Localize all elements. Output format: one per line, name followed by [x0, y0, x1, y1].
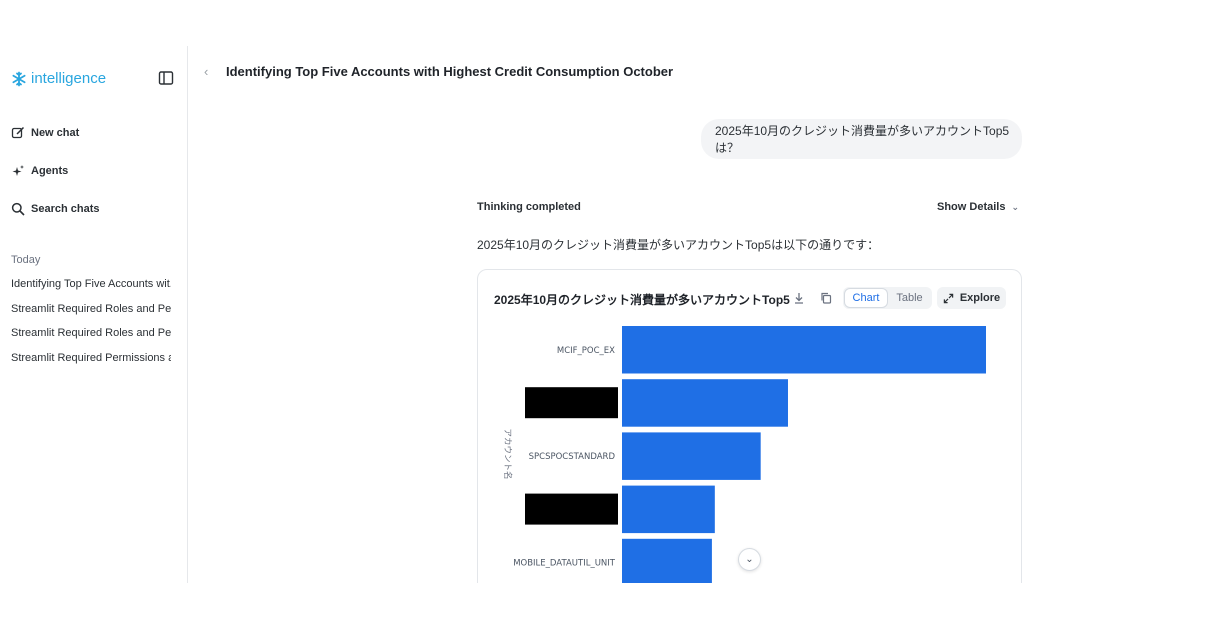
snowflake-icon: [12, 71, 26, 86]
y-axis-label: アカウント名: [502, 428, 513, 479]
search-chats-label: Search chats: [31, 203, 100, 215]
show-details-label: Show Details: [937, 201, 1006, 213]
tab-chart[interactable]: Chart: [845, 289, 887, 307]
collapse-sidebar-button[interactable]: [158, 70, 174, 86]
new-chat-button[interactable]: New chat: [11, 126, 79, 140]
sidebar-toggle-icon: [158, 71, 174, 85]
redacted-label-1: [525, 387, 618, 419]
redacted-label-3: [525, 493, 618, 525]
bottom-blank-area: [0, 583, 1206, 632]
chart-title: 2025年10月のクレジット消費量が多いアカウントTop5: [494, 293, 790, 307]
app-name: intelligence: [31, 70, 107, 87]
bar-1[interactable]: [622, 379, 788, 427]
thinking-status: Thinking completed: [477, 201, 581, 213]
download-icon[interactable]: [792, 291, 806, 305]
bar-2[interactable]: [622, 432, 761, 480]
category-label-2: SPCSPOCSTANDARD: [529, 452, 616, 462]
sparkle-icon: [12, 165, 24, 176]
chevron-down-icon: ⌄: [1011, 201, 1020, 212]
back-chevron-icon[interactable]: ‹: [204, 64, 214, 79]
history-item[interactable]: Streamlit Required Roles and Per...: [11, 303, 171, 315]
sidebar: intelligence New chat Agents Search chat…: [0, 46, 188, 583]
new-chat-label: New chat: [31, 127, 80, 139]
history-item[interactable]: Streamlit Required Permissions a...: [11, 352, 171, 364]
copy-icon[interactable]: [819, 291, 833, 305]
chevron-down-icon: ⌄: [745, 554, 754, 565]
history-item[interactable]: Streamlit Required Roles and Per...: [11, 327, 171, 339]
answer-text: 2025年10月のクレジット消費量が多いアカウントTop5は以下の通りです：: [477, 238, 880, 252]
explore-button[interactable]: Explore: [937, 287, 1006, 309]
user-message-text: 2025年10月のクレジット消費量が多いアカウントTop5は？: [715, 124, 1010, 155]
scroll-to-bottom-button[interactable]: ⌄: [738, 548, 761, 571]
history-section-label: Today: [11, 254, 41, 266]
expand-icon: [943, 293, 954, 303]
tab-table[interactable]: Table: [889, 289, 930, 307]
chat-title: Identifying Top Five Accounts with Highe…: [226, 64, 674, 79]
agents-label: Agents: [31, 165, 69, 177]
bar-4[interactable]: [622, 538, 712, 587]
user-message: 2025年10月のクレジット消費量が多いアカウントTop5は？: [701, 119, 1022, 159]
search-chats-button[interactable]: Search chats: [11, 202, 99, 216]
category-label-4: MOBILE_DATAUTIL_UNIT: [513, 559, 616, 569]
chat-header: ‹ Identifying Top Five Accounts with Hig…: [204, 64, 673, 79]
bar-0[interactable]: [622, 326, 986, 374]
history-item[interactable]: Identifying Top Five Accounts wit...: [11, 278, 171, 290]
search-icon: [11, 202, 25, 216]
show-details-button[interactable]: Show Details ⌄: [937, 201, 1019, 213]
category-label-0: MCIF_POC_EX: [557, 346, 615, 356]
new-chat-icon: [11, 126, 25, 139]
explore-label: Explore: [959, 292, 1001, 304]
app-logo[interactable]: intelligence: [11, 70, 106, 87]
bar-3[interactable]: [622, 485, 715, 534]
agents-button[interactable]: Agents: [11, 164, 68, 178]
top-blank-area: [0, 0, 1206, 46]
view-toggle: Chart Table: [843, 287, 932, 309]
